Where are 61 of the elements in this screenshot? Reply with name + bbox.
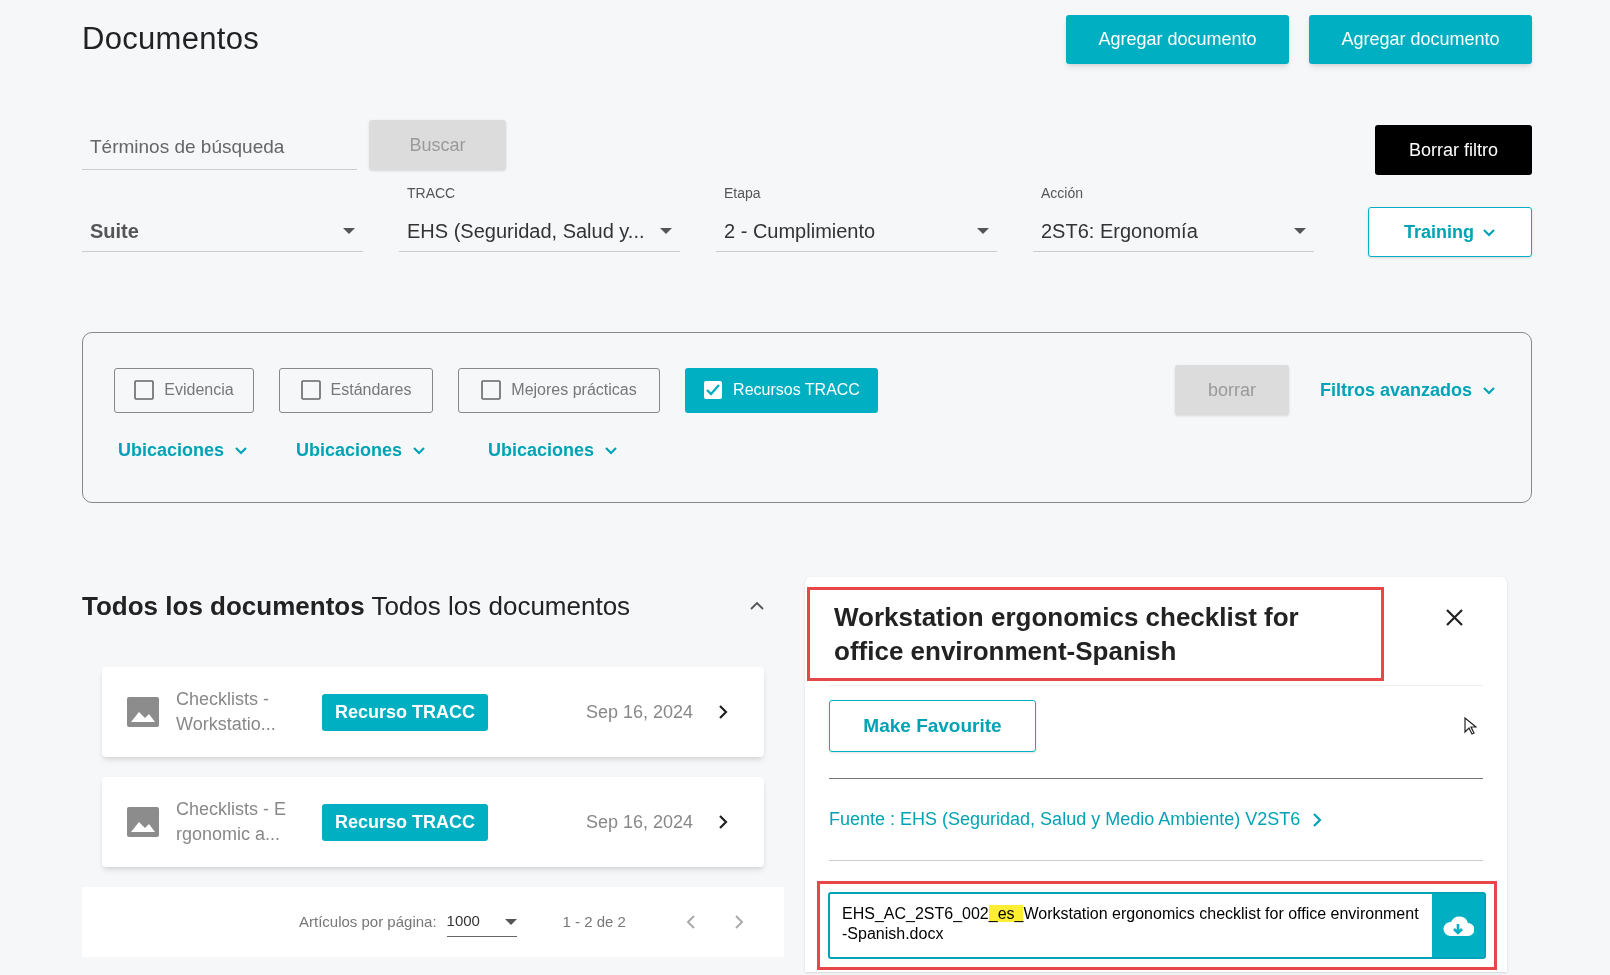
checkbox-icon [300,380,321,400]
chevron-right-icon [718,705,728,719]
filter-checkbox[interactable]: Mejores prácticas [458,367,660,413]
add-document-button[interactable]: Agregar documento [1309,15,1532,64]
select-field[interactable]: Suite [82,210,363,252]
filter-checkbox[interactable]: Evidencia [114,367,254,413]
select-field[interactable]: 2ST6: Ergonomía [1033,210,1314,252]
select-field[interactable]: 2 - Cumplimiento [716,210,997,252]
select-field[interactable]: EHS (Seguridad, Salud y... [399,210,680,252]
source-link[interactable]: Fuente : EHS (Seguridad, Salud y Medio Ambiente) V2ST6 [829,806,1323,833]
next-page-icon[interactable] [733,915,744,929]
clear-filter-button[interactable]: Borrar filtro [1375,125,1532,175]
resource-tag: Recurso TRACC [322,693,489,731]
locations-dropdown[interactable]: Ubicaciones [484,437,623,464]
checkbox-icon [481,380,502,400]
per-page-select[interactable]: 1000 [446,907,517,937]
close-icon[interactable] [1446,609,1463,626]
document-name: Checklists - E rgonomic a... [176,798,288,846]
chevron-down-icon [412,445,427,456]
previous-page-icon[interactable] [685,915,696,929]
checkbox-icon [134,380,155,400]
document-card[interactable]: Checklists - E rgonomic a... Recurso TRACC Sep 16, 2024 [102,777,764,867]
caret-icon [343,227,355,234]
per-page-label: Artículos por página: [299,911,437,932]
chevron-down-icon [604,445,619,456]
page-range: 1 - 2 de 2 [562,911,626,932]
resource-tag: Recurso TRACC [322,803,489,841]
page-title: Documentos [82,20,260,59]
locations-dropdown[interactable]: Ubicaciones [292,437,431,464]
document-date: Sep 16, 2024 [585,700,693,724]
caret-icon [504,918,517,925]
advanced-filters-link[interactable]: Filtros avanzados [1319,376,1496,404]
document-name: Checklists - Workstatio... [176,688,277,736]
chevron-down-icon [234,445,249,456]
make-favourite-button[interactable]: Make Favourite [829,700,1036,752]
chevron-right-icon [1312,812,1323,827]
collapse-icon[interactable] [750,601,764,611]
select-label: Etapa [723,184,762,203]
caret-icon [660,227,672,234]
chevron-down-icon [1482,226,1496,238]
download-button[interactable] [1432,894,1484,957]
select-label: Acción [1040,184,1085,203]
training-button[interactable]: Training [1368,207,1532,257]
caret-icon [1294,227,1306,234]
checkbox-icon [703,380,724,400]
select-label: TRACC [406,184,457,203]
document-card[interactable]: Checklists - Workstatio... Recurso TRACC Sep 16, 2024 [102,667,764,757]
cloud-download-icon [1442,913,1474,938]
filter-checkbox[interactable]: Recursos TRACC [685,367,878,413]
image-icon [127,807,159,837]
caret-icon [977,227,989,234]
document-title: Workstation ergonomics checklist for office environment-Spanish [807,587,1384,681]
image-icon [127,697,159,727]
document-date: Sep 16, 2024 [585,810,693,834]
chevron-down-icon [1482,384,1496,396]
cursor-icon [1464,717,1477,735]
chevron-right-icon [718,815,728,829]
add-document-button[interactable]: Agregar documento [1066,15,1289,64]
filter-checkbox[interactable]: Estándares [279,367,433,413]
section-title: Todos los documentos Todos los documentos [82,589,631,623]
locations-dropdown[interactable]: Ubicaciones [114,437,253,464]
